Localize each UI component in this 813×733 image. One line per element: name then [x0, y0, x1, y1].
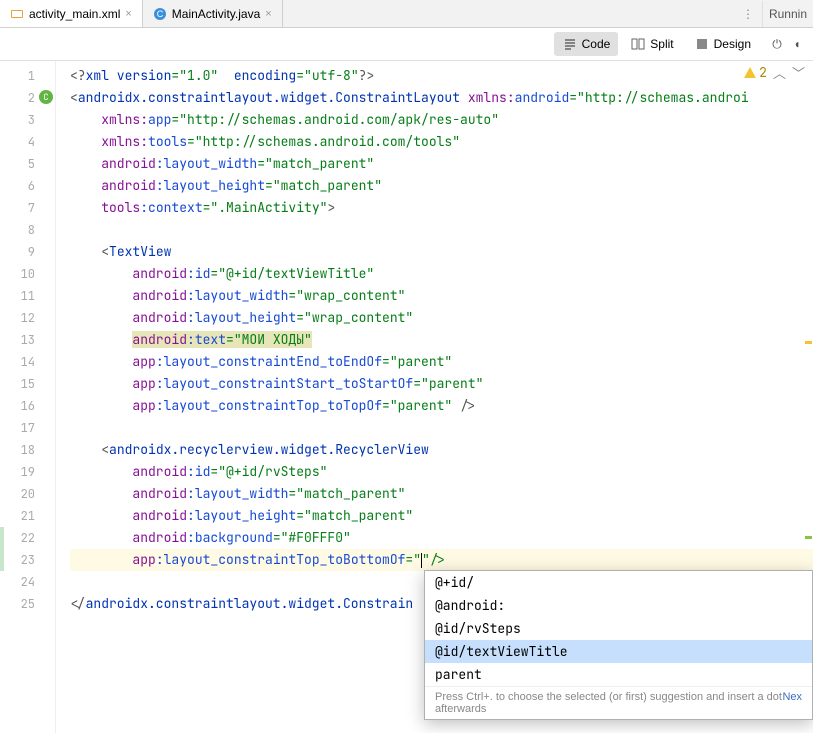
code-line: android:layout_height="match_parent" — [70, 505, 813, 527]
code-line — [70, 219, 813, 241]
code-line: android:id="@+id/rvSteps" — [70, 461, 813, 483]
line-number: 24 — [0, 571, 55, 593]
code-line: android:layout_width="match_parent" — [70, 153, 813, 175]
inspection-widget: 2 ︿ ﹀ — [743, 63, 805, 82]
view-mode-code[interactable]: Code — [554, 32, 619, 56]
java-class-icon: C — [153, 7, 167, 21]
line-number: 1 — [0, 65, 55, 87]
line-number: 8 — [0, 219, 55, 241]
line-number: 14 — [0, 351, 55, 373]
warning-badge[interactable]: 2 — [743, 64, 767, 81]
code-line: android:layout_height="match_parent" — [70, 175, 813, 197]
more-menu-icon[interactable]: ⋮ — [742, 7, 762, 21]
svg-text:C: C — [157, 9, 164, 19]
autocomplete-item-selected[interactable]: @id/textViewTitle — [425, 640, 812, 663]
autocomplete-item[interactable]: @+id/ — [425, 571, 812, 594]
code-line: <TextView — [70, 241, 813, 263]
line-number: 12 — [0, 307, 55, 329]
code-line: <?xml version="1.0" encoding="utf-8"?> — [70, 65, 813, 87]
autocomplete-popup: @+id/ @android: @id/rvSteps @id/textView… — [424, 570, 813, 720]
line-number: 22 — [0, 527, 55, 549]
gutter: 1 2C 3 4 5 6 7 8 9 10 11 12 13 14 15 16 … — [0, 61, 56, 733]
chevron-up-icon[interactable]: ︿ — [773, 63, 786, 82]
line-number: 2C — [0, 87, 55, 109]
line-number: 18 — [0, 439, 55, 461]
warning-count: 2 — [759, 64, 767, 81]
code-line: tools:context=".MainActivity"> — [70, 197, 813, 219]
code-line: android:text="МОИ ХОДЫ" — [70, 329, 813, 351]
line-number: 5 — [0, 153, 55, 175]
line-number: 10 — [0, 263, 55, 285]
line-number: 20 — [0, 483, 55, 505]
code-line-current: app:layout_constraintTop_toBottomOf=""/> — [70, 549, 813, 571]
split-icon — [630, 36, 646, 52]
line-number: 15 — [0, 373, 55, 395]
autocomplete-item[interactable]: @id/rvSteps — [425, 617, 812, 640]
code-line: xmlns:tools="http://schemas.android.com/… — [70, 131, 813, 153]
line-number: 7 — [0, 197, 55, 219]
code-line: app:layout_constraintEnd_toEndOf="parent… — [70, 351, 813, 373]
code-line: android:layout_width="match_parent" — [70, 483, 813, 505]
code-line: android:layout_width="wrap_content" — [70, 285, 813, 307]
line-number: 19 — [0, 461, 55, 483]
tab-main-activity[interactable]: C MainActivity.java × — [143, 0, 283, 27]
volume-icon[interactable]: ◖ — [789, 36, 805, 52]
line-number: 25 — [0, 593, 55, 615]
code-line: app:layout_constraintStart_toStartOf="pa… — [70, 373, 813, 395]
code-line: android:layout_height="wrap_content" — [70, 307, 813, 329]
tab-label: activity_main.xml — [29, 7, 120, 21]
line-number: 11 — [0, 285, 55, 307]
design-icon — [694, 36, 710, 52]
tab-activity-main[interactable]: activity_main.xml × — [0, 0, 143, 27]
code-line: <androidx.recyclerview.widget.RecyclerVi… — [70, 439, 813, 461]
line-number: 3 — [0, 109, 55, 131]
code-line: android:id="@+id/textViewTitle" — [70, 263, 813, 285]
autocomplete-item[interactable]: @android: — [425, 594, 812, 617]
class-gutter-icon[interactable]: C — [39, 90, 53, 104]
line-number: 23 — [0, 549, 55, 571]
code-line: app:layout_constraintTop_toTopOf="parent… — [70, 395, 813, 417]
line-number: 9 — [0, 241, 55, 263]
close-icon[interactable]: × — [125, 8, 131, 20]
code-line: xmlns:app="http://schemas.android.com/ap… — [70, 109, 813, 131]
close-icon[interactable]: × — [265, 8, 271, 20]
line-number: 17 — [0, 417, 55, 439]
line-number: 6 — [0, 175, 55, 197]
line-number: 21 — [0, 505, 55, 527]
view-toolbar: Code Split Design ⏻ ◖ — [0, 28, 813, 61]
xml-file-icon — [10, 7, 24, 21]
line-number: 4 — [0, 131, 55, 153]
tab-label: MainActivity.java — [172, 7, 260, 21]
line-number: 13 — [0, 329, 55, 351]
code-icon — [562, 36, 578, 52]
view-label: Split — [650, 37, 673, 51]
view-mode-split[interactable]: Split — [622, 32, 681, 56]
code-line: <androidx.constraintlayout.widget.Constr… — [70, 87, 813, 109]
view-label: Code — [582, 37, 611, 51]
right-panel-label: Runnin — [762, 1, 813, 27]
view-label: Design — [714, 37, 751, 51]
line-number: 16 — [0, 395, 55, 417]
power-icon[interactable]: ⏻ — [769, 36, 785, 52]
editor-tabs: activity_main.xml × C MainActivity.java … — [0, 0, 813, 28]
code-line — [70, 417, 813, 439]
autocomplete-next-link[interactable]: Nex — [782, 691, 802, 715]
autocomplete-item[interactable]: parent — [425, 663, 812, 686]
autocomplete-hint: Press Ctrl+. to choose the selected (or … — [425, 686, 812, 719]
view-mode-design[interactable]: Design — [686, 32, 759, 56]
code-line: android:background="#F0FFF0" — [70, 527, 813, 549]
